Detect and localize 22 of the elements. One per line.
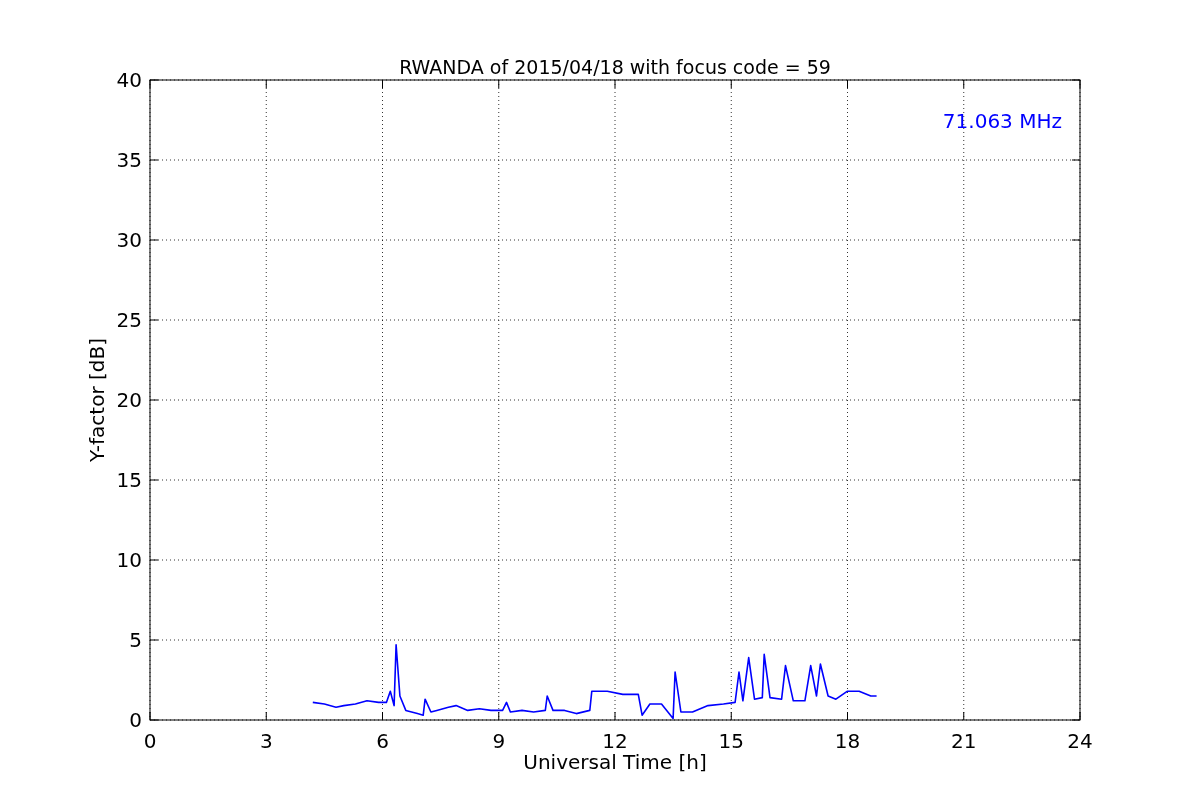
tick-label: 15: [718, 729, 744, 753]
tick-label: 25: [116, 308, 142, 332]
tick-label: 9: [492, 729, 506, 753]
tick-label: 40: [116, 68, 142, 92]
tick-label: 24: [1067, 729, 1093, 753]
tick-label: 12: [602, 729, 628, 753]
y-axis-title: Y-factor [dB]: [85, 338, 109, 462]
tick-label: 6: [376, 729, 389, 753]
tick-label: 21: [951, 729, 977, 753]
tick-label: 35: [116, 148, 142, 172]
tick-label: 20: [116, 388, 142, 412]
frequency-label: 71.063 MHz: [942, 109, 1062, 133]
tick-label: 0: [129, 708, 142, 732]
tick-label: 30: [116, 228, 142, 252]
tick-label: 0: [143, 729, 157, 753]
chart-title: RWANDA of 2015/04/18 with focus code = 59: [399, 56, 831, 78]
tick-label: 18: [834, 729, 861, 753]
tick-label: 3: [259, 729, 273, 753]
tick-label: 15: [116, 468, 142, 492]
tick-label: 10: [116, 548, 142, 572]
tick-label: 5: [129, 628, 142, 652]
x-axis-title: Universal Time [h]: [523, 750, 707, 774]
